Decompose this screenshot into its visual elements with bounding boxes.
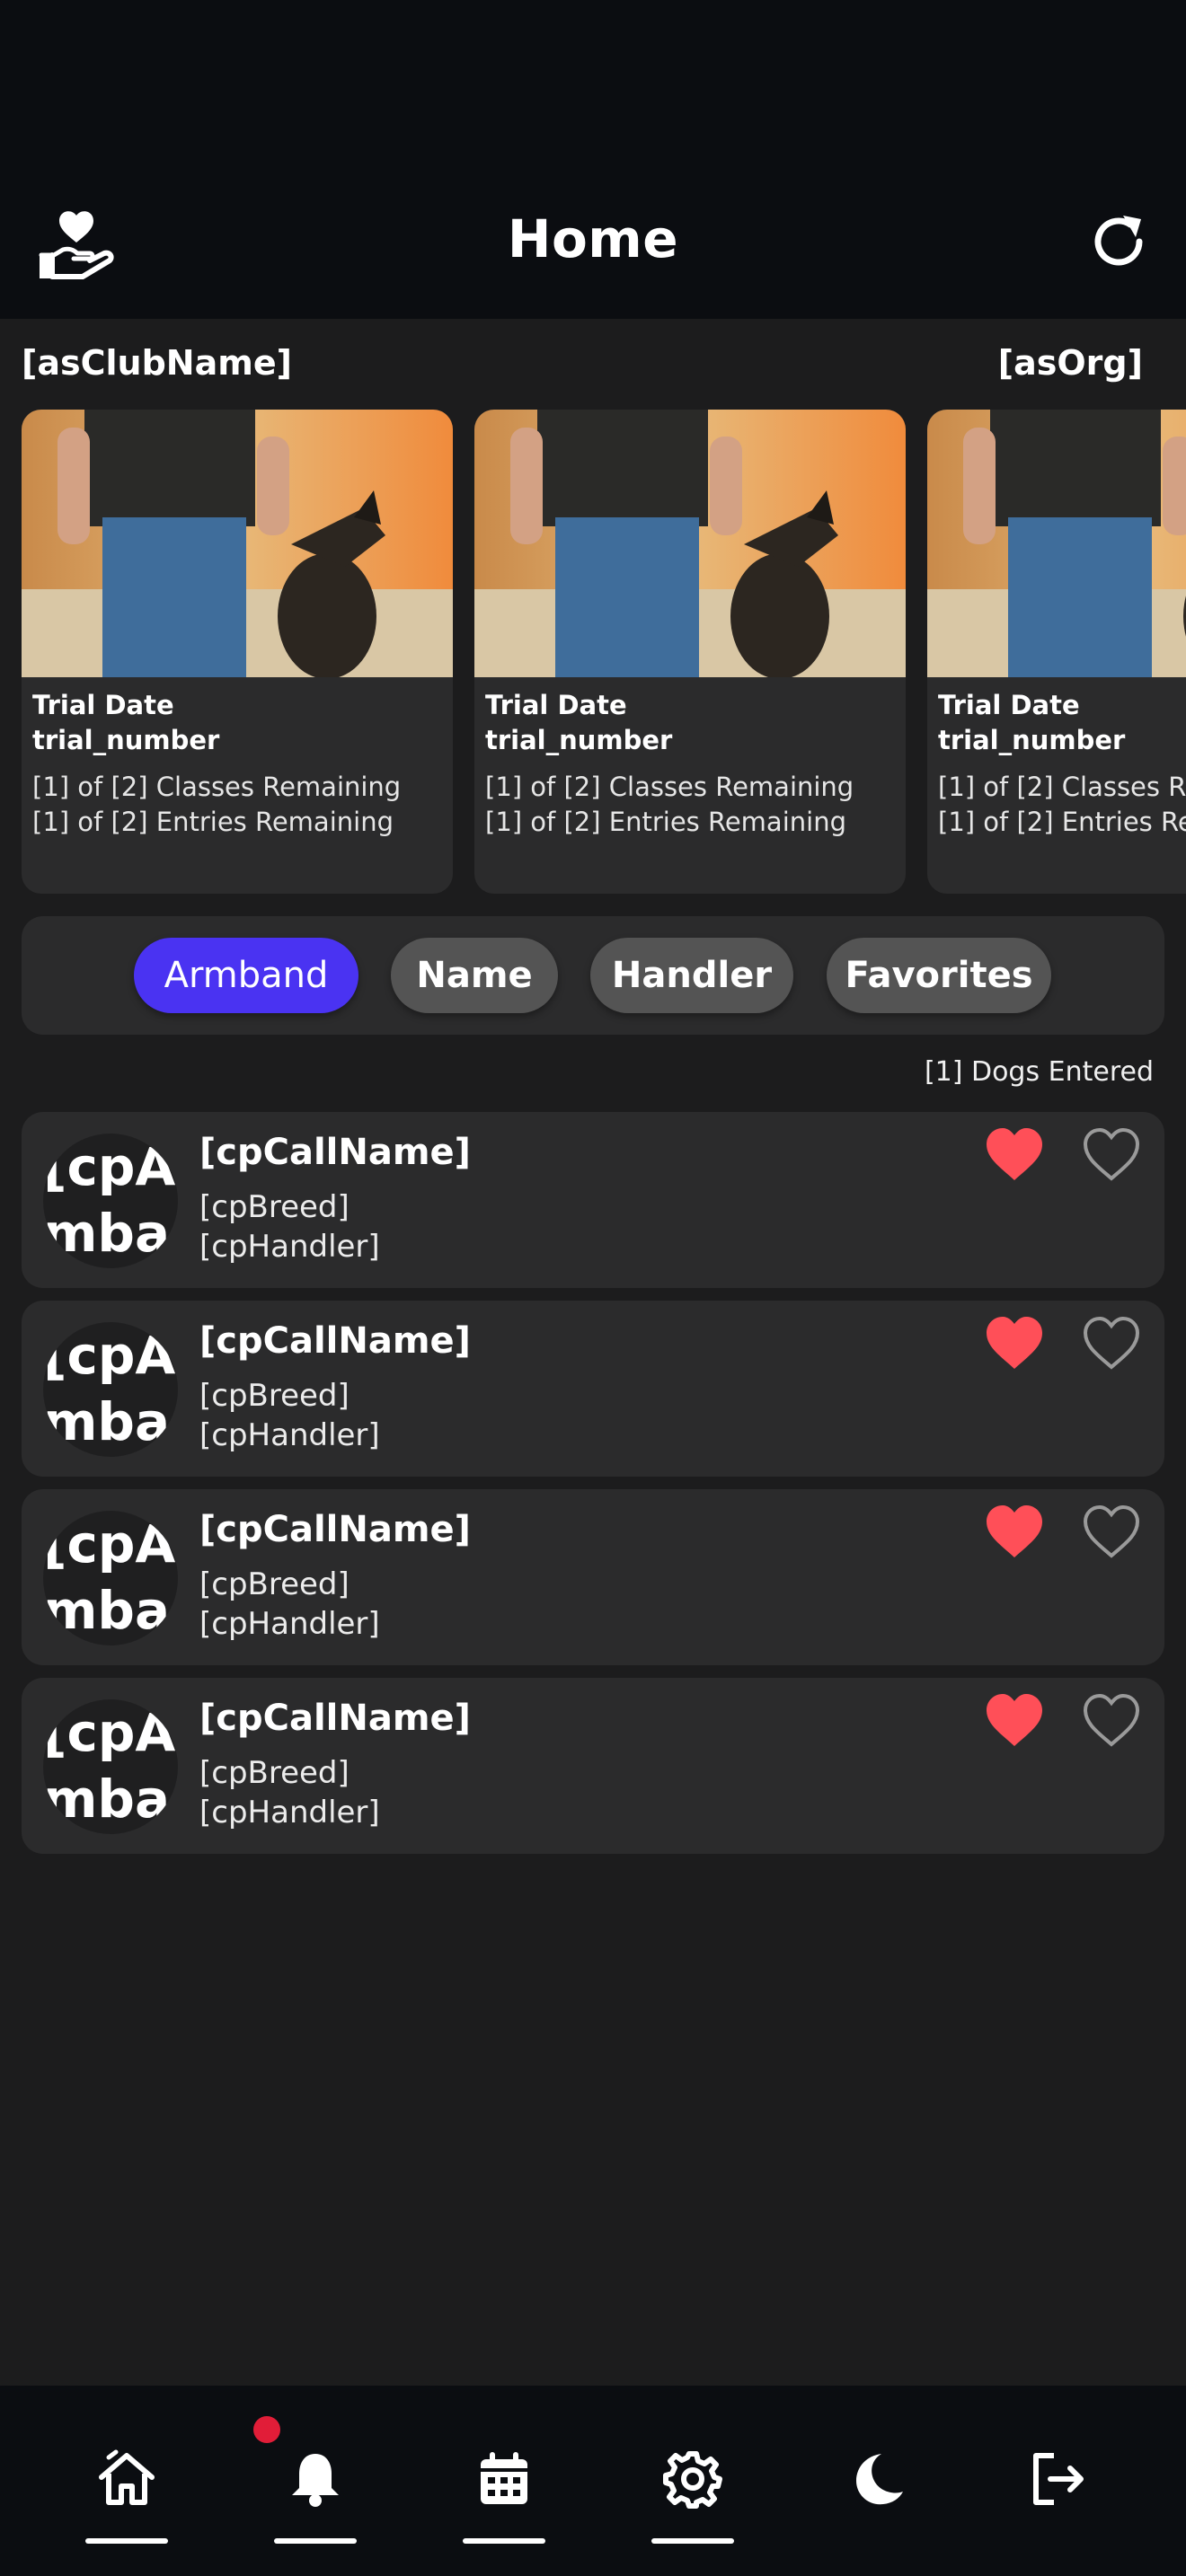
trial-card[interactable]: Trial Date trial_number [1] of [2] Class… xyxy=(474,410,906,894)
gear-icon xyxy=(663,2451,722,2509)
heart-outline-icon[interactable] xyxy=(1080,1692,1143,1750)
armband-badge: [cpArmband] xyxy=(43,1699,178,1834)
armband-number: [cpArmband] xyxy=(43,1136,178,1264)
dog-call-name: [cpCallName] xyxy=(199,1509,471,1550)
heart-outline-icon[interactable] xyxy=(1080,1504,1143,1561)
calendar-icon xyxy=(481,2452,527,2504)
org-name: [asOrg] xyxy=(997,343,1143,383)
classes-remaining: [1] of [2] Classes Remaining xyxy=(938,772,1186,802)
entries-remaining: [1] of [2] Entries Remaining xyxy=(485,807,846,837)
dog-breed: [cpBreed] xyxy=(199,1566,350,1602)
dog-card[interactable]: [cpArmband] [cpCallName] [cpBreed] [cpHa… xyxy=(22,1489,1164,1665)
classes-remaining: [1] of [2] Classes Remaining xyxy=(485,772,854,802)
dog-handler: [cpHandler] xyxy=(199,1229,380,1265)
heart-filled-icon[interactable] xyxy=(983,1126,1046,1184)
nav-underline xyxy=(651,2538,734,2544)
trial-number: trial_number xyxy=(32,725,220,755)
trial-date: Trial Date xyxy=(32,690,174,720)
classes-remaining: [1] of [2] Classes Remaining xyxy=(32,772,402,802)
nav-logout[interactable] xyxy=(1004,2386,1111,2576)
tab-favorites[interactable]: Favorites xyxy=(827,938,1051,1013)
armband-number: [cpArmband] xyxy=(43,1702,178,1830)
tab-armband[interactable]: Armband xyxy=(134,938,358,1013)
club-name: [asClubName] xyxy=(22,343,292,383)
dog-handler: [cpHandler] xyxy=(199,1795,380,1831)
trial-card[interactable]: Trial Date trial_number [1] of [2] Class… xyxy=(927,410,1186,894)
dog-breed: [cpBreed] xyxy=(199,1755,350,1791)
dog-card[interactable]: [cpArmband] [cpCallName] [cpBreed] [cpHa… xyxy=(22,1678,1164,1854)
page-title: Home xyxy=(507,208,679,269)
refresh-icon[interactable] xyxy=(1087,210,1150,273)
moon-icon xyxy=(856,2454,903,2505)
trial-date: Trial Date xyxy=(938,690,1080,720)
trial-photo xyxy=(22,410,453,677)
nav-calendar[interactable] xyxy=(450,2386,558,2576)
heart-outline-icon[interactable] xyxy=(1080,1126,1143,1184)
nav-home[interactable] xyxy=(73,2386,181,2576)
bottom-nav xyxy=(0,2386,1186,2576)
trial-number: trial_number xyxy=(485,725,673,755)
dog-breed: [cpBreed] xyxy=(199,1378,350,1414)
tab-handler[interactable]: Handler xyxy=(590,938,793,1013)
dog-breed: [cpBreed] xyxy=(199,1189,350,1225)
trial-photo xyxy=(474,410,906,677)
nav-settings[interactable] xyxy=(639,2386,747,2576)
entries-remaining: [1] of [2] Entries Remaining xyxy=(32,807,394,837)
club-row: [asClubName] [asOrg] xyxy=(22,343,1164,388)
home-icon xyxy=(99,2449,155,2505)
dog-card[interactable]: [cpArmband] [cpCallName] [cpBreed] [cpHa… xyxy=(22,1301,1164,1477)
nav-underline xyxy=(274,2538,357,2544)
dog-handler: [cpHandler] xyxy=(199,1417,380,1453)
nav-underline xyxy=(85,2538,168,2544)
armband-number: [cpArmband] xyxy=(43,1325,178,1452)
nav-underline xyxy=(463,2538,545,2544)
heart-filled-icon[interactable] xyxy=(983,1504,1046,1561)
tab-name[interactable]: Name xyxy=(391,938,558,1013)
trial-date: Trial Date xyxy=(485,690,627,720)
nav-theme[interactable] xyxy=(822,2386,930,2576)
nav-notifications[interactable] xyxy=(261,2386,369,2576)
dog-call-name: [cpCallName] xyxy=(199,1320,471,1362)
heart-filled-icon[interactable] xyxy=(983,1692,1046,1750)
sort-bar: Armband Name Handler Favorites xyxy=(22,916,1164,1035)
app-header: Home xyxy=(0,0,1186,319)
dog-card[interactable]: [cpArmband] [cpCallName] [cpBreed] [cpHa… xyxy=(22,1112,1164,1288)
dogs-entered-count: [1] Dogs Entered xyxy=(924,1056,1154,1088)
app: Home [asClubName] [asOrg] Trial Date tri… xyxy=(0,0,1186,2576)
armband-number: [cpArmband] xyxy=(43,1513,178,1641)
trial-number: trial_number xyxy=(938,725,1126,755)
trial-carousel[interactable]: Trial Date trial_number [1] of [2] Class… xyxy=(22,410,1186,895)
heart-filled-icon[interactable] xyxy=(983,1315,1046,1372)
armband-badge: [cpArmband] xyxy=(43,1511,178,1645)
logout-icon xyxy=(1033,2453,1084,2505)
dog-call-name: [cpCallName] xyxy=(199,1698,471,1739)
heart-outline-icon[interactable] xyxy=(1080,1315,1143,1372)
armband-badge: [cpArmband] xyxy=(43,1322,178,1457)
trial-photo xyxy=(927,410,1186,677)
armband-badge: [cpArmband] xyxy=(43,1134,178,1268)
dog-call-name: [cpCallName] xyxy=(199,1132,471,1173)
bell-icon xyxy=(292,2454,339,2507)
entries-remaining: [1] of [2] Entries Remaining xyxy=(938,807,1186,837)
notification-badge xyxy=(253,2416,280,2443)
trial-card[interactable]: Trial Date trial_number [1] of [2] Class… xyxy=(22,410,453,894)
dog-handler: [cpHandler] xyxy=(199,1606,380,1642)
